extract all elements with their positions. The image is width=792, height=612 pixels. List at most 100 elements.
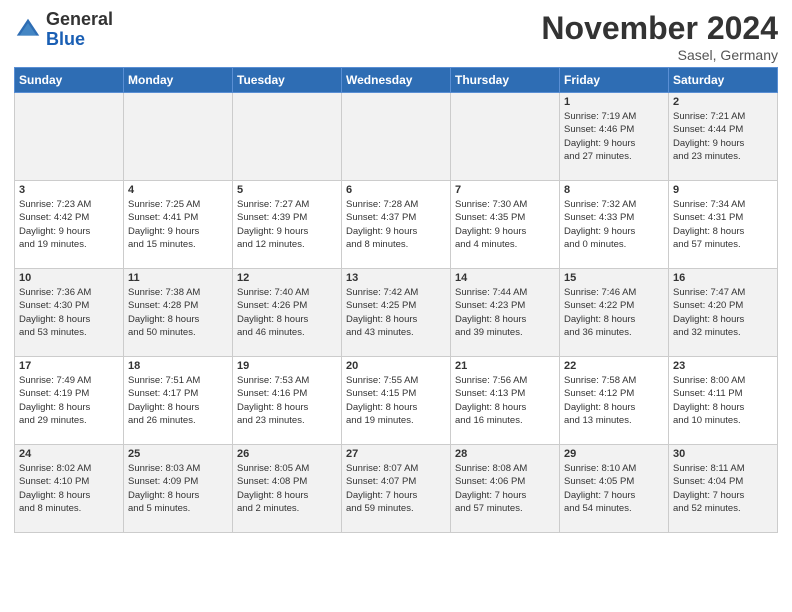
- calendar-cell: 25Sunrise: 8:03 AMSunset: 4:09 PMDayligh…: [124, 445, 233, 533]
- calendar-cell: 17 Sunrise: 7:49 AMSunset: 4:19 PMDayligh…: [15, 357, 124, 445]
- calendar-cell: 6 Sunrise: 7:28 AMSunset: 4:37 PMDaylight…: [342, 181, 451, 269]
- day-number: 26: [237, 448, 337, 460]
- logo-blue-text: Blue: [46, 29, 85, 49]
- day-number: 9: [673, 184, 773, 196]
- day-number: 5: [237, 184, 337, 196]
- month-title: November 2024: [541, 10, 778, 47]
- day-info: Sunrise: 7:46 AMSunset: 4:22 PMDaylight:…: [564, 286, 664, 339]
- day-number: 24: [19, 448, 119, 460]
- weekday-header-tuesday: Tuesday: [233, 68, 342, 93]
- day-info: Sunrise: 7:53 AMSunset: 4:16 PMDaylight:…: [237, 374, 337, 427]
- calendar-week-4: 17 Sunrise: 7:49 AMSunset: 4:19 PMDayligh…: [15, 357, 778, 445]
- logo-general-text: General: [46, 9, 113, 29]
- day-info: Sunrise: 7:49 AMSunset: 4:19 PMDaylight:…: [19, 374, 119, 427]
- day-number: 7: [455, 184, 555, 196]
- calendar-cell: [451, 93, 560, 181]
- page-container: General Blue November 2024 Sasel, German…: [0, 0, 792, 543]
- day-info: Sunrise: 7:19 AMSunset: 4:46 PMDaylight:…: [564, 110, 664, 163]
- day-number: 28: [455, 448, 555, 460]
- weekday-header-wednesday: Wednesday: [342, 68, 451, 93]
- day-info: Sunrise: 7:28 AMSunset: 4:37 PMDaylight:…: [346, 198, 446, 251]
- day-number: 10: [19, 272, 119, 284]
- calendar-cell: 18Sunrise: 7:51 AMSunset: 4:17 PMDayligh…: [124, 357, 233, 445]
- calendar-cell: 23 Sunrise: 8:00 AMSunset: 4:11 PMDayligh…: [669, 357, 778, 445]
- calendar-cell: 20Sunrise: 7:55 AMSunset: 4:15 PMDayligh…: [342, 357, 451, 445]
- calendar-cell: 21Sunrise: 7:56 AMSunset: 4:13 PMDayligh…: [451, 357, 560, 445]
- calendar-cell: 12 Sunrise: 7:40 AMSunset: 4:26 PMDayligh…: [233, 269, 342, 357]
- calendar-cell: [233, 93, 342, 181]
- day-number: 14: [455, 272, 555, 284]
- logo-icon: [14, 16, 42, 44]
- calendar-cell: 22 Sunrise: 7:58 AMSunset: 4:12 PMDayligh…: [560, 357, 669, 445]
- weekday-header-monday: Monday: [124, 68, 233, 93]
- calendar-week-2: 3 Sunrise: 7:23 AMSunset: 4:42 PMDaylight…: [15, 181, 778, 269]
- calendar-cell: 10 Sunrise: 7:36 AMSunset: 4:30 PMDayligh…: [15, 269, 124, 357]
- day-info: Sunrise: 7:58 AMSunset: 4:12 PMDaylight:…: [564, 374, 664, 427]
- day-info: Sunrise: 7:23 AMSunset: 4:42 PMDaylight:…: [19, 198, 119, 251]
- calendar-cell: 1 Sunrise: 7:19 AMSunset: 4:46 PMDaylight…: [560, 93, 669, 181]
- day-info: Sunrise: 8:10 AMSunset: 4:05 PMDaylight:…: [564, 462, 664, 515]
- calendar-body: 1 Sunrise: 7:19 AMSunset: 4:46 PMDaylight…: [15, 93, 778, 533]
- calendar-cell: [15, 93, 124, 181]
- calendar-cell: 29 Sunrise: 8:10 AMSunset: 4:05 PMDayligh…: [560, 445, 669, 533]
- day-info: Sunrise: 7:30 AMSunset: 4:35 PMDaylight:…: [455, 198, 555, 251]
- day-number: 22: [564, 360, 664, 372]
- day-number: 16: [673, 272, 773, 284]
- calendar-cell: 8Sunrise: 7:32 AMSunset: 4:33 PMDaylight…: [560, 181, 669, 269]
- day-info: Sunrise: 8:02 AMSunset: 4:10 PMDaylight:…: [19, 462, 119, 515]
- calendar-cell: [342, 93, 451, 181]
- calendar-cell: 2 Sunrise: 7:21 AMSunset: 4:44 PMDaylight…: [669, 93, 778, 181]
- calendar-cell: 19 Sunrise: 7:53 AMSunset: 4:16 PMDayligh…: [233, 357, 342, 445]
- day-number: 20: [346, 360, 446, 372]
- calendar-cell: 9 Sunrise: 7:34 AMSunset: 4:31 PMDaylight…: [669, 181, 778, 269]
- day-number: 30: [673, 448, 773, 460]
- weekday-header-friday: Friday: [560, 68, 669, 93]
- day-number: 18: [128, 360, 228, 372]
- day-number: 29: [564, 448, 664, 460]
- title-block: November 2024 Sasel, Germany: [541, 10, 778, 63]
- calendar-header: SundayMondayTuesdayWednesdayThursdayFrid…: [15, 68, 778, 93]
- day-info: Sunrise: 8:00 AMSunset: 4:11 PMDaylight:…: [673, 374, 773, 427]
- day-number: 11: [128, 272, 228, 284]
- calendar-week-1: 1 Sunrise: 7:19 AMSunset: 4:46 PMDaylight…: [15, 93, 778, 181]
- weekday-header-thursday: Thursday: [451, 68, 560, 93]
- day-info: Sunrise: 7:21 AMSunset: 4:44 PMDaylight:…: [673, 110, 773, 163]
- day-number: 6: [346, 184, 446, 196]
- day-number: 3: [19, 184, 119, 196]
- day-number: 12: [237, 272, 337, 284]
- day-info: Sunrise: 7:36 AMSunset: 4:30 PMDaylight:…: [19, 286, 119, 339]
- calendar-cell: 28Sunrise: 8:08 AMSunset: 4:06 PMDayligh…: [451, 445, 560, 533]
- day-info: Sunrise: 7:47 AMSunset: 4:20 PMDaylight:…: [673, 286, 773, 339]
- weekday-header-sunday: Sunday: [15, 68, 124, 93]
- day-info: Sunrise: 8:03 AMSunset: 4:09 PMDaylight:…: [128, 462, 228, 515]
- day-number: 21: [455, 360, 555, 372]
- calendar-table: SundayMondayTuesdayWednesdayThursdayFrid…: [14, 67, 778, 533]
- calendar-week-3: 10 Sunrise: 7:36 AMSunset: 4:30 PMDayligh…: [15, 269, 778, 357]
- calendar-cell: 27Sunrise: 8:07 AMSunset: 4:07 PMDayligh…: [342, 445, 451, 533]
- day-info: Sunrise: 7:42 AMSunset: 4:25 PMDaylight:…: [346, 286, 446, 339]
- weekday-header-saturday: Saturday: [669, 68, 778, 93]
- day-number: 15: [564, 272, 664, 284]
- day-info: Sunrise: 7:34 AMSunset: 4:31 PMDaylight:…: [673, 198, 773, 251]
- calendar-cell: 30Sunrise: 8:11 AMSunset: 4:04 PMDayligh…: [669, 445, 778, 533]
- day-number: 8: [564, 184, 664, 196]
- day-info: Sunrise: 7:38 AMSunset: 4:28 PMDaylight:…: [128, 286, 228, 339]
- calendar-week-5: 24 Sunrise: 8:02 AMSunset: 4:10 PMDayligh…: [15, 445, 778, 533]
- calendar-cell: 3 Sunrise: 7:23 AMSunset: 4:42 PMDaylight…: [15, 181, 124, 269]
- day-number: 17: [19, 360, 119, 372]
- day-number: 1: [564, 96, 664, 108]
- calendar-cell: [124, 93, 233, 181]
- day-number: 23: [673, 360, 773, 372]
- location: Sasel, Germany: [541, 47, 778, 63]
- day-info: Sunrise: 7:25 AMSunset: 4:41 PMDaylight:…: [128, 198, 228, 251]
- day-info: Sunrise: 7:27 AMSunset: 4:39 PMDaylight:…: [237, 198, 337, 251]
- calendar-cell: 11 Sunrise: 7:38 AMSunset: 4:28 PMDayligh…: [124, 269, 233, 357]
- day-info: Sunrise: 8:07 AMSunset: 4:07 PMDaylight:…: [346, 462, 446, 515]
- day-number: 2: [673, 96, 773, 108]
- day-info: Sunrise: 7:40 AMSunset: 4:26 PMDaylight:…: [237, 286, 337, 339]
- day-info: Sunrise: 7:44 AMSunset: 4:23 PMDaylight:…: [455, 286, 555, 339]
- calendar-cell: 5 Sunrise: 7:27 AMSunset: 4:39 PMDaylight…: [233, 181, 342, 269]
- weekday-header-row: SundayMondayTuesdayWednesdayThursdayFrid…: [15, 68, 778, 93]
- calendar-cell: 26Sunrise: 8:05 AMSunset: 4:08 PMDayligh…: [233, 445, 342, 533]
- day-number: 19: [237, 360, 337, 372]
